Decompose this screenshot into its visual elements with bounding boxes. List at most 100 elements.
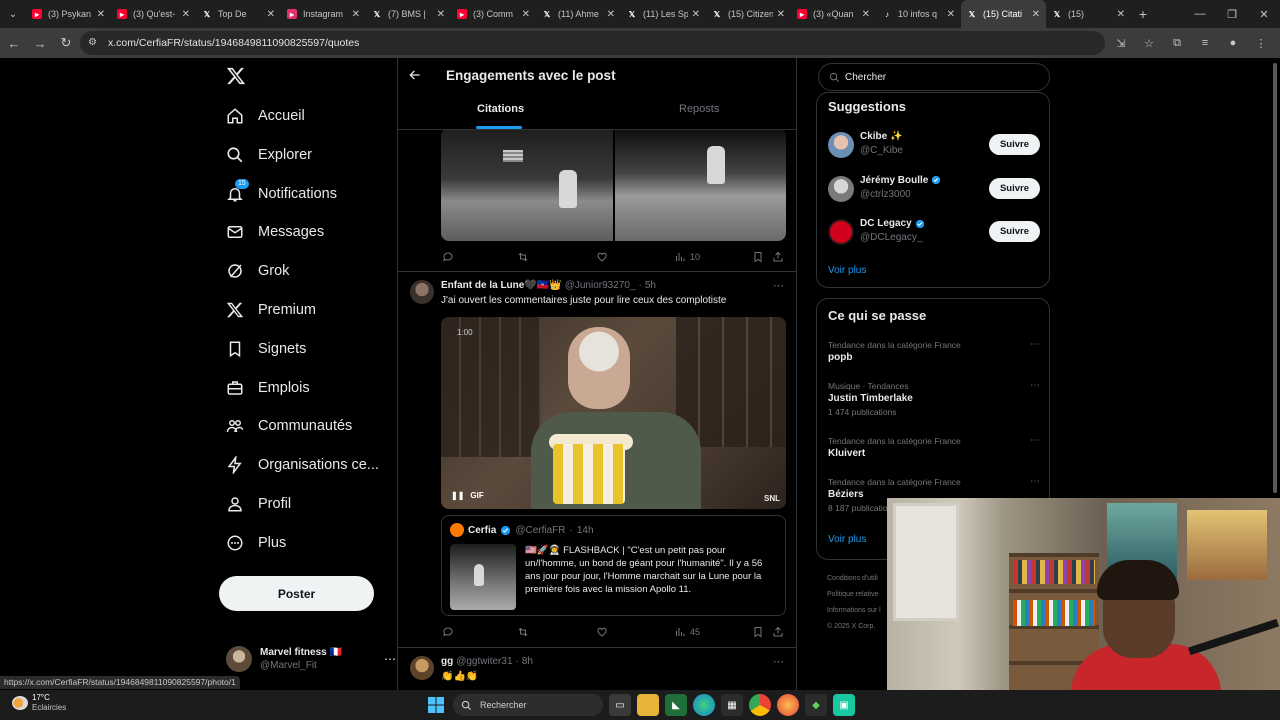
nav-item-plus[interactable]: Plus <box>226 531 286 555</box>
minimize-icon[interactable]: — <box>1184 0 1216 28</box>
repost-icon[interactable] <box>517 251 529 263</box>
quoted-post[interactable]: Cerfia @CerfiaFR · 14h 🇺🇸🚀👨‍🚀 FLASHBACK … <box>441 515 786 616</box>
tab-close-icon[interactable]: ✕ <box>1117 9 1125 20</box>
moon-photo[interactable] <box>441 128 613 241</box>
follow-button[interactable]: Suivre <box>989 134 1040 155</box>
tab-close-icon[interactable]: ✕ <box>182 9 190 20</box>
avatar[interactable] <box>828 175 854 202</box>
tab-close-icon[interactable]: ✕ <box>352 9 360 20</box>
x-logo-icon[interactable] <box>226 66 246 86</box>
store-icon[interactable]: ▦ <box>721 694 743 716</box>
gif-media[interactable]: 1:00 ❚❚ GIF SNL <box>441 317 786 509</box>
browser-tab[interactable]: 𝕏 Top De ✕ <box>196 0 281 28</box>
trends-see-more[interactable]: Voir plus <box>828 534 866 545</box>
browser-tab[interactable]: ♪ 10 infos q ✕ <box>876 0 961 28</box>
chrome-icon[interactable] <box>749 694 771 716</box>
bookmark-icon[interactable] <box>752 251 764 263</box>
suggestions-see-more[interactable]: Voir plus <box>828 265 866 276</box>
account-switcher[interactable]: Marvel fitness 🇫🇷 @Marvel_Fit ⋯ <box>226 643 396 675</box>
nav-item-notifications[interactable]: 15 Notifications <box>226 178 337 206</box>
views-stat[interactable]: 45 <box>674 626 700 638</box>
edge-icon[interactable] <box>693 694 715 716</box>
tab-close-icon[interactable]: ✕ <box>777 9 785 20</box>
back-arrow-icon[interactable] <box>408 68 422 82</box>
task-view-icon[interactable]: ▭ <box>609 694 631 716</box>
browser-tab[interactable]: 𝕏 (15) Citati ✕ <box>961 0 1046 28</box>
author-handle[interactable]: @Junior93270_ <box>565 280 636 291</box>
browser-tab[interactable]: ▸ (3) Qu'est- ✕ <box>111 0 196 28</box>
tab-close-icon[interactable]: ✕ <box>522 9 530 20</box>
post-button[interactable]: Poster <box>219 576 374 611</box>
forward-icon[interactable]: → <box>28 31 52 55</box>
nav-item-organisations-ce[interactable]: Organisations ce... <box>226 453 379 477</box>
tab-close-icon[interactable]: ✕ <box>97 9 105 20</box>
reload-icon[interactable]: ↻ <box>54 31 78 55</box>
tab-close-icon[interactable]: ✕ <box>607 9 615 20</box>
more-icon[interactable]: ⋯ <box>1030 380 1040 391</box>
share-icon[interactable] <box>772 251 784 263</box>
browser-tab[interactable]: 𝕏 (15) Citizen ✕ <box>706 0 791 28</box>
reading-list-icon[interactable]: ≡ <box>1196 37 1214 49</box>
like-icon[interactable] <box>596 251 608 263</box>
reply-icon[interactable] <box>442 251 454 263</box>
nav-item-premium[interactable]: Premium <box>226 298 316 322</box>
browser-tab[interactable]: ▸ (3) Psykan ✕ <box>26 0 111 28</box>
nav-item-explorer[interactable]: Explorer <box>226 143 312 167</box>
trend-item[interactable]: Tendance dans la catégorie France Kluiver… <box>828 435 1040 461</box>
app-icon[interactable]: ▣ <box>833 694 855 716</box>
like-icon[interactable] <box>596 626 608 638</box>
pause-icon[interactable]: ❚❚ <box>451 491 464 500</box>
avatar[interactable] <box>828 219 854 245</box>
trend-item[interactable]: Tendance dans la catégorie France popb ⋯ <box>828 339 1040 365</box>
nav-item-communautés[interactable]: Communautés <box>226 414 352 438</box>
bookmark-star-icon[interactable]: ☆ <box>1140 37 1158 50</box>
nav-item-grok[interactable]: Grok <box>226 259 289 283</box>
repost-icon[interactable] <box>517 626 529 638</box>
profile-icon[interactable]: ● <box>1224 37 1242 49</box>
nav-item-profil[interactable]: Profil <box>226 492 291 516</box>
author-handle[interactable]: @ggtwiter31 <box>456 656 512 667</box>
avatar[interactable] <box>410 280 434 304</box>
browser-tab[interactable]: 𝕏 (15) ✕ <box>1046 0 1131 28</box>
tab-citations[interactable]: Citations <box>477 103 524 115</box>
nav-item-signets[interactable]: Signets <box>226 337 306 361</box>
extensions-icon[interactable]: ⧉ <box>1168 37 1186 50</box>
more-icon[interactable]: ⋯ <box>1030 339 1040 350</box>
browser-tab[interactable]: 𝕏 (11) Ahme ✕ <box>536 0 621 28</box>
more-icon[interactable]: ⋯ <box>384 652 396 666</box>
install-app-icon[interactable]: ⇲ <box>1112 37 1130 50</box>
bookmark-icon[interactable] <box>752 626 764 638</box>
nav-item-messages[interactable]: Messages <box>226 220 324 244</box>
trend-item[interactable]: Musique · Tendances Justin Timberlake 1 47… <box>828 380 1040 418</box>
tab-search-menu[interactable]: ⌄ <box>0 0 26 28</box>
windows-start-icon[interactable] <box>425 694 447 716</box>
suggestion-item[interactable]: Ckibe ✨ @C_Kibe Suivre <box>828 131 1040 159</box>
app-icon[interactable]: ◆ <box>805 694 827 716</box>
reply-icon[interactable] <box>442 626 454 638</box>
tab-reposts[interactable]: Reposts <box>679 103 719 115</box>
browser-tab[interactable]: 𝕏 (11) Les Sp ✕ <box>621 0 706 28</box>
more-icon[interactable]: ⋯ <box>1030 435 1040 446</box>
browser-tab[interactable]: 𝕏 (7) BMS | ✕ <box>366 0 451 28</box>
close-window-icon[interactable]: ✕ <box>1248 0 1280 28</box>
follow-button[interactable]: Suivre <box>989 177 1040 199</box>
new-tab-button[interactable]: + <box>1131 6 1155 22</box>
share-icon[interactable] <box>772 626 784 638</box>
avatar[interactable] <box>410 656 434 680</box>
post-media[interactable] <box>441 128 786 241</box>
firefox-icon[interactable] <box>777 694 799 716</box>
url-input[interactable]: ⚙ x.com/CerfiaFR/status/1946849811090825… <box>80 31 1105 55</box>
chrome-menu-icon[interactable]: ⋮ <box>1252 37 1270 50</box>
more-icon[interactable]: ⋯ <box>773 655 784 668</box>
tab-close-icon[interactable]: ✕ <box>947 9 955 20</box>
page-scrollbar[interactable] <box>1273 63 1277 493</box>
more-icon[interactable]: ⋯ <box>1030 476 1040 487</box>
browser-tab[interactable]: ▸ (3) Comm ✕ <box>451 0 536 28</box>
post-time[interactable]: 8h <box>522 656 533 667</box>
tab-close-icon[interactable]: ✕ <box>1032 9 1040 20</box>
search-input[interactable]: Chercher <box>818 63 1050 91</box>
avatar[interactable] <box>828 132 854 158</box>
follow-button[interactable]: Suivre <box>989 221 1040 242</box>
author-name[interactable]: gg <box>441 656 453 667</box>
suggestion-item[interactable]: DC Legacy @DCLegacy_ Suivre <box>828 218 1040 246</box>
